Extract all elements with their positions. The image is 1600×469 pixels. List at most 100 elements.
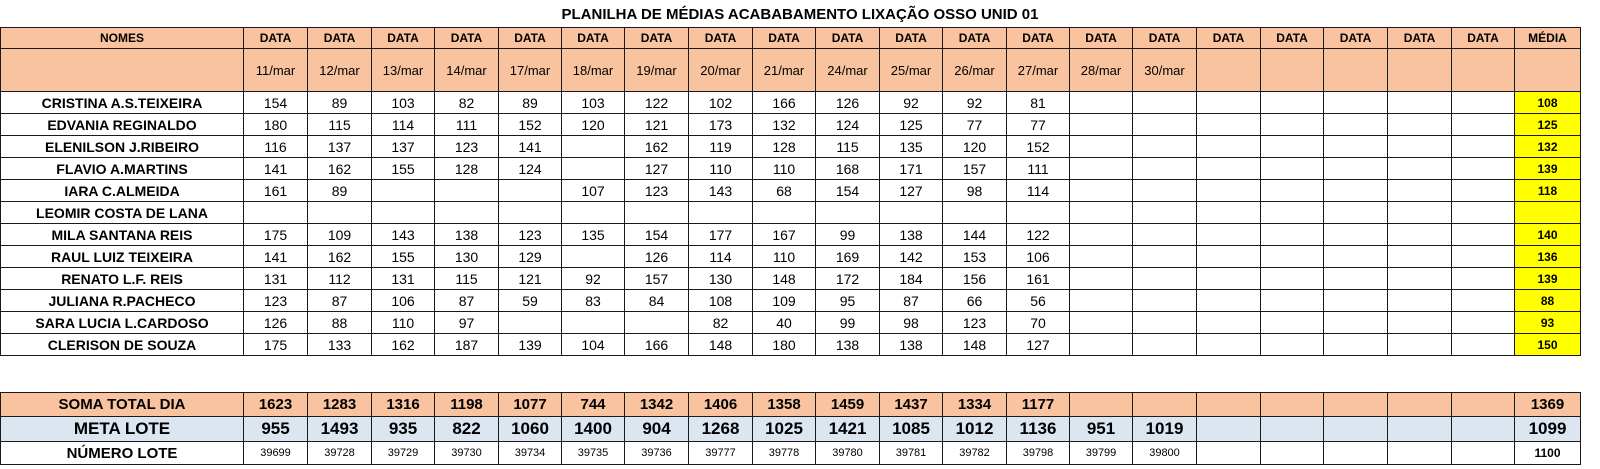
value-cell[interactable]: 161 (1006, 267, 1070, 290)
date-header[interactable]: DATA (688, 27, 753, 49)
value-cell[interactable] (1451, 91, 1515, 114)
value-cell[interactable] (1260, 289, 1324, 312)
media-cell[interactable]: 136 (1514, 245, 1581, 268)
value-cell[interactable]: 144 (942, 223, 1007, 246)
value-cell[interactable]: 87 (434, 289, 499, 312)
total-value-cell[interactable]: 1406 (688, 392, 753, 417)
value-cell[interactable]: 143 (688, 179, 753, 202)
date-header[interactable]: DATA (1069, 27, 1133, 49)
date-cell[interactable]: 19/mar (624, 48, 689, 92)
total-value-cell[interactable]: 1437 (879, 392, 943, 417)
value-cell[interactable] (1196, 245, 1261, 268)
value-cell[interactable]: 138 (879, 223, 943, 246)
value-cell[interactable] (1069, 157, 1133, 180)
value-cell[interactable] (1196, 311, 1261, 334)
date-cell[interactable]: 18/mar (561, 48, 625, 92)
date-cell[interactable] (1387, 48, 1452, 92)
value-cell[interactable]: 130 (688, 267, 753, 290)
value-cell[interactable]: 106 (1006, 245, 1070, 268)
value-cell[interactable] (1132, 201, 1197, 224)
date-header[interactable]: DATA (371, 27, 435, 49)
value-cell[interactable]: 123 (243, 289, 308, 312)
value-cell[interactable]: 123 (624, 179, 689, 202)
value-cell[interactable]: 131 (243, 267, 308, 290)
value-cell[interactable] (1196, 135, 1261, 158)
numero-lote-label[interactable]: NÚMERO LOTE (0, 441, 244, 465)
value-cell[interactable] (1451, 223, 1515, 246)
value-cell[interactable]: 109 (307, 223, 372, 246)
value-cell[interactable]: 133 (307, 333, 372, 356)
blank-cell[interactable] (1514, 48, 1581, 92)
value-cell[interactable] (1387, 289, 1452, 312)
value-cell[interactable]: 154 (624, 223, 689, 246)
total-value-cell[interactable]: 1316 (371, 392, 435, 417)
value-cell[interactable] (1323, 267, 1388, 290)
value-cell[interactable] (1196, 179, 1261, 202)
value-cell[interactable]: 125 (879, 113, 943, 136)
date-cell[interactable]: 21/mar (752, 48, 816, 92)
value-cell[interactable] (1323, 157, 1388, 180)
total-value-cell[interactable] (1323, 392, 1388, 417)
value-cell[interactable] (1069, 267, 1133, 290)
employee-name-cell[interactable]: CLERISON DE SOUZA (0, 333, 244, 356)
value-cell[interactable] (1069, 113, 1133, 136)
value-cell[interactable] (498, 311, 562, 334)
value-cell[interactable]: 108 (688, 289, 753, 312)
value-cell[interactable] (1260, 311, 1324, 334)
total-value-cell[interactable]: 1421 (815, 416, 880, 442)
value-cell[interactable]: 110 (752, 157, 816, 180)
value-cell[interactable] (561, 311, 625, 334)
value-cell[interactable]: 92 (879, 91, 943, 114)
date-cell[interactable]: 28/mar (1069, 48, 1133, 92)
value-cell[interactable]: 152 (1006, 135, 1070, 158)
value-cell[interactable] (1132, 113, 1197, 136)
total-value-cell[interactable]: 1198 (434, 392, 499, 417)
value-cell[interactable] (1323, 311, 1388, 334)
total-value-cell[interactable]: 1358 (752, 392, 816, 417)
value-cell[interactable] (1323, 223, 1388, 246)
value-cell[interactable]: 167 (752, 223, 816, 246)
value-cell[interactable] (1387, 135, 1452, 158)
value-cell[interactable]: 110 (688, 157, 753, 180)
value-cell[interactable] (1323, 245, 1388, 268)
blank-cell[interactable] (0, 48, 244, 92)
value-cell[interactable] (1323, 289, 1388, 312)
value-cell[interactable]: 126 (624, 245, 689, 268)
value-cell[interactable]: 127 (879, 179, 943, 202)
value-cell[interactable]: 110 (752, 245, 816, 268)
value-cell[interactable] (1323, 179, 1388, 202)
total-value-cell[interactable] (1132, 392, 1197, 417)
total-value-cell[interactable]: 1012 (942, 416, 1007, 442)
value-cell[interactable]: 184 (879, 267, 943, 290)
value-cell[interactable] (1196, 113, 1261, 136)
value-cell[interactable] (1451, 267, 1515, 290)
total-value-cell[interactable]: 1623 (243, 392, 308, 417)
value-cell[interactable] (624, 201, 689, 224)
total-value-cell[interactable]: 935 (371, 416, 435, 442)
value-cell[interactable]: 82 (688, 311, 753, 334)
value-cell[interactable] (1387, 311, 1452, 334)
total-value-cell[interactable] (1069, 392, 1133, 417)
total-value-cell[interactable]: 39780 (815, 441, 880, 465)
value-cell[interactable]: 162 (307, 157, 372, 180)
value-cell[interactable]: 138 (434, 223, 499, 246)
employee-name-cell[interactable]: EDVANIA REGINALDO (0, 113, 244, 136)
value-cell[interactable]: 157 (624, 267, 689, 290)
value-cell[interactable]: 97 (434, 311, 499, 334)
value-cell[interactable] (1132, 333, 1197, 356)
total-value-cell[interactable]: 1025 (752, 416, 816, 442)
total-media-cell[interactable]: 1099 (1514, 416, 1581, 442)
value-cell[interactable]: 173 (688, 113, 753, 136)
value-cell[interactable]: 141 (243, 245, 308, 268)
value-cell[interactable]: 121 (624, 113, 689, 136)
value-cell[interactable]: 115 (815, 135, 880, 158)
value-cell[interactable]: 106 (371, 289, 435, 312)
value-cell[interactable] (1387, 157, 1452, 180)
value-cell[interactable]: 87 (879, 289, 943, 312)
value-cell[interactable] (1387, 91, 1452, 114)
date-cell[interactable]: 11/mar (243, 48, 308, 92)
value-cell[interactable]: 115 (434, 267, 499, 290)
value-cell[interactable]: 122 (1006, 223, 1070, 246)
names-header[interactable]: NOMES (0, 27, 244, 49)
value-cell[interactable]: 124 (498, 157, 562, 180)
